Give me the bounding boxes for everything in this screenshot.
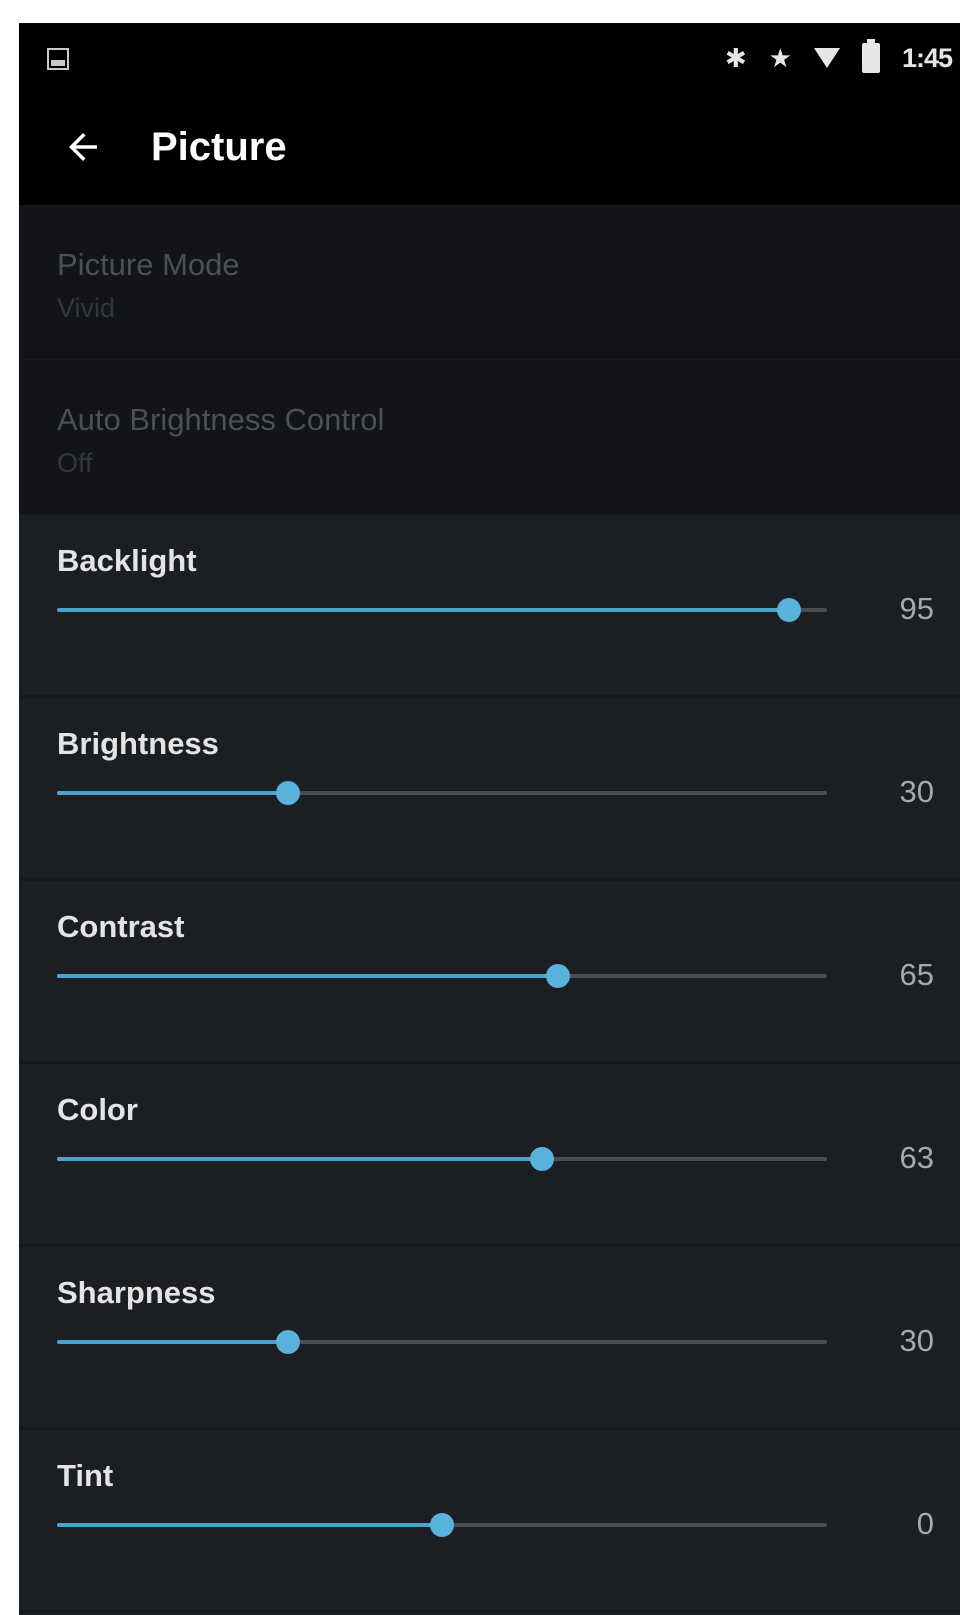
- slider-row-contrast: Contrast 65: [19, 881, 960, 1064]
- status-time: 1:45: [901, 42, 953, 73]
- slider-row-color: Color 63: [19, 1064, 960, 1247]
- slider-thumb[interactable]: [276, 1330, 300, 1354]
- picture-mode-title: Picture Mode: [57, 247, 240, 282]
- slider-row-sharpness: Sharpness 30: [19, 1247, 960, 1430]
- slider-value: 95: [899, 591, 934, 626]
- slider-fill: [57, 1523, 442, 1527]
- slider-thumb[interactable]: [276, 781, 300, 805]
- picture-mode-item[interactable]: Picture Mode Vivid: [19, 205, 960, 360]
- app-bar: Picture: [19, 93, 960, 206]
- slider-row-tint: Tint 0: [19, 1430, 960, 1613]
- auto-brightness-title: Auto Brightness Control: [57, 402, 385, 437]
- slider-value: 0: [916, 1506, 934, 1541]
- slider-fill: [57, 974, 558, 978]
- settings-screen: ✱ ★ 1:45 Picture Picture Mode Vivid Auto…: [19, 23, 960, 1615]
- auto-brightness-item[interactable]: Auto Brightness Control Off: [19, 360, 960, 515]
- slider-fill: [57, 608, 789, 612]
- slider-thumb[interactable]: [530, 1147, 555, 1171]
- slider-thumb[interactable]: [430, 1513, 454, 1537]
- image-notification-icon: [47, 48, 69, 70]
- slider-value: 63: [899, 1140, 934, 1175]
- tint-slider[interactable]: [57, 1513, 827, 1537]
- backlight-slider[interactable]: [57, 598, 827, 622]
- slider-row-backlight: Backlight 95: [19, 515, 960, 698]
- settings-list: Picture Mode Vivid Auto Brightness Contr…: [19, 205, 960, 1613]
- slider-label: Sharpness: [57, 1275, 216, 1310]
- slider-thumb[interactable]: [545, 964, 570, 988]
- back-button[interactable]: [57, 121, 109, 173]
- arrow-left-icon: [69, 133, 97, 161]
- slider-label: Brightness: [57, 726, 219, 761]
- slider-label: Tint: [57, 1458, 114, 1493]
- slider-label: Contrast: [57, 909, 185, 944]
- auto-brightness-value: Off: [57, 448, 93, 478]
- slider-label: Backlight: [57, 543, 197, 578]
- contrast-slider[interactable]: [57, 964, 827, 988]
- status-icons: ✱ ★ 1:45: [724, 39, 953, 75]
- slider-value: 30: [899, 774, 934, 809]
- slider-fill: [57, 1340, 288, 1344]
- slider-fill: [57, 791, 288, 795]
- wifi-icon: [813, 48, 840, 68]
- picture-mode-value: Vivid: [57, 293, 116, 323]
- sharpness-slider[interactable]: [57, 1330, 827, 1354]
- slider-label: Color: [57, 1092, 138, 1127]
- status-bar: ✱ ★ 1:45: [19, 23, 960, 93]
- color-slider[interactable]: [57, 1147, 827, 1171]
- slider-row-brightness: Brightness 30: [19, 698, 960, 881]
- bluetooth-icon: ✱: [724, 43, 747, 73]
- star-icon: ★: [768, 43, 792, 73]
- slider-value: 65: [899, 957, 934, 992]
- slider-value: 30: [899, 1323, 934, 1358]
- slider-thumb[interactable]: [776, 598, 801, 622]
- battery-icon: [861, 39, 880, 73]
- page-title: Picture: [151, 125, 287, 169]
- slider-fill: [57, 1157, 543, 1161]
- brightness-slider[interactable]: [57, 781, 827, 805]
